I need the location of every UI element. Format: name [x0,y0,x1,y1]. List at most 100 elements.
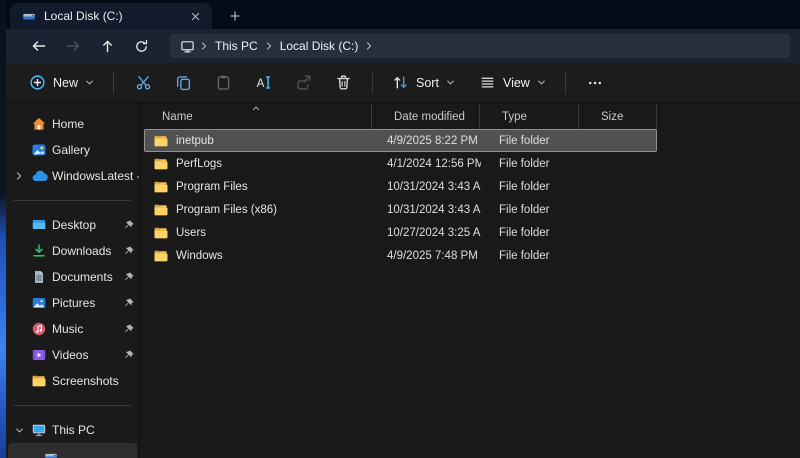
toolbar-divider [565,72,566,94]
file-row-perflogs[interactable]: PerfLogs4/1/2024 12:56 PMFile folder [144,152,657,175]
sidebar-item-this-pc[interactable]: This PC [6,417,139,443]
column-header-size[interactable]: Size [579,104,657,129]
up-button[interactable] [90,32,124,60]
pin-icon [121,271,137,283]
close-icon [190,11,201,22]
drive-icon [22,9,36,23]
file-size [580,176,654,197]
sidebar-item-label: WindowsLatest - Pe [52,169,139,183]
sidebar-item-screenshots[interactable]: Screenshots [6,368,139,394]
file-explorer: Local Disk (C:) This PC Local Disk (C:) N… [6,0,800,458]
file-date-modified: 4/1/2024 12:56 PM [373,153,481,174]
column-header-name[interactable]: Name [140,104,372,129]
file-row-inetpub[interactable]: inetpub4/9/2025 8:22 PMFile folder [144,129,657,152]
new-button[interactable]: New [20,68,103,97]
file-date-modified: 4/9/2025 8:22 PM [373,130,481,151]
navigation-pane: HomeGallery WindowsLatest - Pe Desktop Down… [6,103,139,458]
chevron-down-icon [537,78,546,87]
column-header-label: Name [162,111,193,123]
breadcrumb-item[interactable]: Local Disk (C:) [274,39,365,53]
chevron-right-icon [199,41,209,51]
drive-icon [44,449,58,458]
pin-icon [121,245,137,257]
file-name: Program Files (x86) [176,204,277,216]
sidebar-item-documents[interactable]: Documents [6,264,139,290]
sidebar-item-pictures[interactable]: Pictures [6,290,139,316]
forward-button[interactable] [56,32,90,60]
delete-button[interactable] [324,68,362,98]
tab-local-disk[interactable]: Local Disk (C:) [10,3,212,29]
rename-button[interactable]: A [244,68,282,98]
column-header-type[interactable]: Type [480,104,579,129]
more-icon [587,75,603,91]
sidebar-item-label: Downloads [52,244,117,258]
column-header-date-modified[interactable]: Date modified [372,104,480,129]
cut-button[interactable] [124,68,162,98]
copy-button[interactable] [164,68,202,98]
file-row-users[interactable]: Users10/27/2024 3:25 AMFile folder [144,221,657,244]
sidebar-divider [14,200,131,201]
sidebar-item-label: Screenshots [52,374,139,388]
view-button[interactable]: View [470,68,555,97]
column-header-label: Date modified [394,111,465,123]
explorer-window: Local Disk (C:) This PC Local Disk (C:) N… [0,0,800,458]
share-button[interactable] [284,68,322,98]
new-tab-button[interactable] [222,3,248,29]
sort-icon [392,74,409,91]
refresh-icon [134,39,149,54]
breadcrumb-item[interactable]: This PC [209,39,264,53]
sidebar-item-desktop[interactable]: Desktop [6,212,139,238]
documents-icon [31,269,47,285]
sidebar-item-videos[interactable]: Videos [6,342,139,368]
new-button-label: New [53,76,78,90]
navigation-bar: This PC Local Disk (C:) [6,29,800,63]
back-button[interactable] [22,32,56,60]
chevron-down-icon [85,78,94,87]
column-header-label: Type [502,111,527,123]
sidebar-item-downloads[interactable]: Downloads [6,238,139,264]
pin-icon [121,323,137,335]
sort-button[interactable]: Sort [383,68,464,97]
file-name: PerfLogs [176,158,222,170]
file-rows: inetpub4/9/2025 8:22 PMFile folder PerfLo… [144,129,800,267]
share-icon [295,74,312,91]
svg-text:A: A [256,77,264,90]
file-size [580,130,654,151]
sidebar-item-label: Desktop [52,218,117,232]
sidebar-item-windowslatest-pe[interactable]: WindowsLatest - Pe [6,163,139,189]
chevron-down-icon [446,78,455,87]
sidebar-item-music[interactable]: Music [6,316,139,342]
more-options-button[interactable] [576,68,614,98]
up-icon [100,39,115,54]
chevron-right-icon [264,41,274,51]
file-row-program-files[interactable]: Program Files10/31/2024 3:43 AMFile fold… [144,175,657,198]
refresh-button[interactable] [124,32,158,60]
scissors-icon [135,74,152,91]
sidebar-item-label: Pictures [52,296,117,310]
chevron-right-icon [364,41,374,51]
column-header-label: Size [601,111,623,123]
pin-icon [121,297,137,309]
paste-button[interactable] [204,68,242,98]
sidebar-item-label: Music [52,322,117,336]
file-date-modified: 10/31/2024 3:43 AM [373,199,481,220]
command-bar: New A Sort View [6,63,800,103]
home-icon [31,116,47,132]
desktop-icon [31,217,47,233]
sidebar-item-home[interactable]: Home [6,111,139,137]
column-headers: Name Date modified Type Size [140,104,800,129]
gallery-icon [31,142,47,158]
trash-icon [335,74,352,91]
circle-plus-icon [29,74,46,91]
expand-chevron[interactable] [12,426,26,435]
address-bar[interactable]: This PC Local Disk (C:) [170,34,790,58]
expand-chevron[interactable] [12,171,26,181]
folder-icon [153,133,169,149]
file-row-windows[interactable]: Windows4/9/2025 7:48 PMFile folder [144,244,657,267]
close-tab-button[interactable] [186,7,204,25]
sidebar-item-partial[interactable] [8,443,137,458]
file-row-program-files-x86[interactable]: Program Files (x86)10/31/2024 3:43 AMFil… [144,198,657,221]
file-size [580,245,654,266]
file-date-modified: 10/31/2024 3:43 AM [373,176,481,197]
sidebar-item-gallery[interactable]: Gallery [6,137,139,163]
